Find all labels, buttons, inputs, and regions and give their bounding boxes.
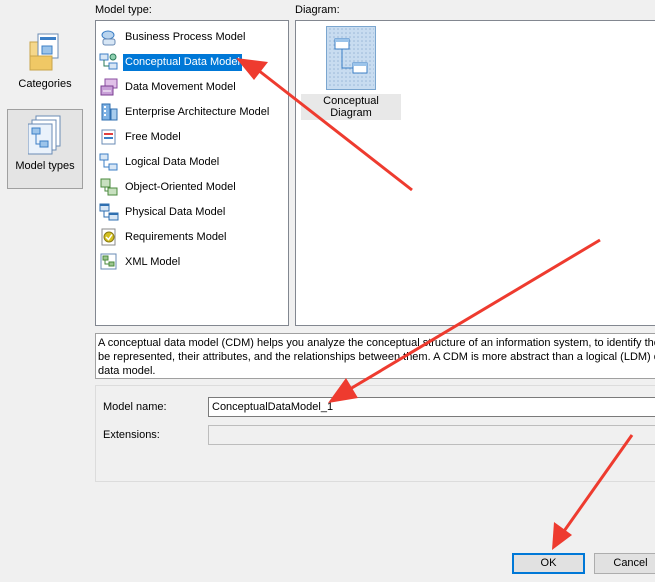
diagram-label: Diagram: bbox=[295, 4, 340, 16]
physical-data-model-icon bbox=[99, 202, 119, 222]
extensions-input[interactable] bbox=[208, 425, 655, 445]
list-item-label: Physical Data Model bbox=[125, 205, 226, 218]
object-oriented-model-icon bbox=[99, 177, 119, 197]
requirements-model-icon bbox=[99, 227, 119, 247]
diagram-item-label: Conceptual Diagram bbox=[301, 94, 401, 120]
category-label: Model types bbox=[15, 160, 75, 172]
logical-data-model-icon bbox=[99, 152, 119, 172]
list-item-label: Enterprise Architecture Model bbox=[125, 105, 270, 118]
list-item-requirements-model[interactable]: Requirements Model bbox=[99, 227, 229, 247]
list-item-business-process-model[interactable]: Business Process Model bbox=[99, 27, 247, 47]
list-item-label: Business Process Model bbox=[125, 30, 246, 43]
diagram-item-conceptual[interactable]: Conceptual Diagram bbox=[301, 26, 401, 120]
model-type-list[interactable]: Business Process Model Conceptual Data M… bbox=[95, 20, 289, 326]
conceptual-data-model-icon bbox=[99, 52, 119, 72]
list-item-label: Requirements Model bbox=[125, 230, 227, 243]
free-model-icon bbox=[99, 127, 119, 147]
list-item-label: Data Movement Model bbox=[125, 80, 236, 93]
list-item-object-oriented-model[interactable]: Object-Oriented Model bbox=[99, 177, 238, 197]
enterprise-architecture-model-icon bbox=[99, 102, 119, 122]
list-item-free-model[interactable]: Free Model bbox=[99, 127, 183, 147]
ok-button[interactable]: OK bbox=[512, 553, 585, 574]
list-item-xml-model[interactable]: XML Model bbox=[99, 252, 182, 272]
model-types-icon bbox=[27, 114, 62, 156]
folder-categories-icon bbox=[28, 32, 62, 74]
new-model-dialog: Categories Model types Model type: Diagr… bbox=[0, 0, 655, 582]
xml-model-icon bbox=[99, 252, 119, 272]
model-name-label: Model name: bbox=[103, 401, 167, 413]
model-description: A conceptual data model (CDM) helps you … bbox=[95, 333, 655, 379]
category-model-types[interactable]: Model types bbox=[7, 109, 83, 189]
category-label: Categories bbox=[18, 78, 72, 90]
list-item-label: Logical Data Model bbox=[125, 155, 220, 168]
data-movement-model-icon bbox=[99, 77, 119, 97]
list-item-enterprise-architecture-model[interactable]: Enterprise Architecture Model bbox=[99, 102, 271, 122]
list-item-physical-data-model[interactable]: Physical Data Model bbox=[99, 202, 227, 222]
list-item-data-movement-model[interactable]: Data Movement Model bbox=[99, 77, 238, 97]
extensions-label: Extensions: bbox=[103, 429, 160, 441]
business-process-model-icon bbox=[99, 27, 119, 47]
category-categories[interactable]: Categories bbox=[7, 28, 83, 98]
list-item-logical-data-model[interactable]: Logical Data Model bbox=[99, 152, 221, 172]
list-item-label: Object-Oriented Model bbox=[125, 180, 236, 193]
model-type-label: Model type: bbox=[95, 4, 152, 16]
list-item-conceptual-data-model[interactable]: Conceptual Data Model bbox=[99, 52, 242, 72]
list-item-label: Conceptual Data Model bbox=[123, 53, 242, 71]
diagram-list[interactable]: Conceptual Diagram bbox=[295, 20, 655, 326]
model-name-input[interactable] bbox=[208, 397, 655, 417]
cancel-button[interactable]: Cancel bbox=[594, 553, 655, 574]
conceptual-diagram-icon bbox=[326, 26, 376, 90]
list-item-label: XML Model bbox=[125, 255, 181, 268]
list-item-label: Free Model bbox=[125, 130, 181, 143]
